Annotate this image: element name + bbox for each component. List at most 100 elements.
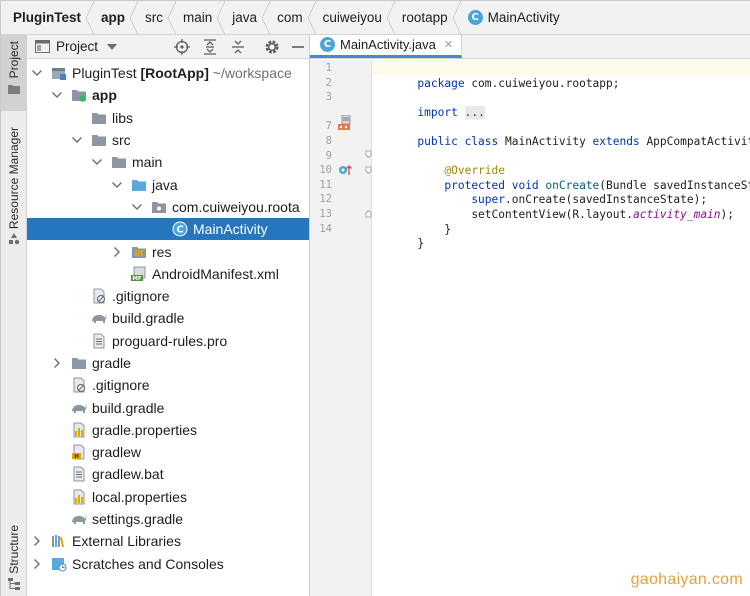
tree-row-label: proguard-rules.pro <box>112 332 228 349</box>
tree-row-label: local.properties <box>92 488 187 505</box>
tree-row-label: .gitignore <box>92 377 150 394</box>
breadcrumb-item-cuiweiyou[interactable]: cuiweiyou <box>323 1 382 34</box>
breadcrumb-separator <box>262 1 271 34</box>
chevron-down-icon[interactable] <box>51 89 63 101</box>
breadcrumb-separator <box>86 1 95 34</box>
chevron-right-icon[interactable] <box>111 246 123 258</box>
expand-all-icon[interactable] <box>199 36 221 58</box>
tree-row-gradlew[interactable]: H gradlew <box>27 441 309 463</box>
tree-row-label: External Libraries <box>72 533 181 550</box>
gitignore-icon <box>91 288 107 304</box>
line-number: 13 <box>319 208 332 220</box>
breadcrumb-item-project[interactable]: PluginTest <box>13 1 81 34</box>
tree-row-settings-gradle[interactable]: settings.gradle <box>27 508 309 530</box>
line-number: 11 <box>319 178 332 191</box>
tree-row-root-project[interactable]: PluginTest [RootApp] ~/workspace <box>27 62 309 84</box>
project-tree: PluginTest [RootApp] ~/workspace app lib… <box>27 59 309 575</box>
code-line: public class MainActivity extends AppCom… <box>377 120 750 148</box>
tree-row-gradle-properties[interactable]: gradle.properties <box>27 419 309 441</box>
code-token: import <box>417 105 458 119</box>
editor-tab-bar: C MainActivity.java ✕ <box>310 35 750 59</box>
line-number: 8 <box>325 135 332 147</box>
collapse-all-icon[interactable] <box>227 36 249 58</box>
code-line: @Override <box>377 150 505 177</box>
tree-row-android-manifest[interactable]: MF AndroidManifest.xml <box>27 263 309 285</box>
code-token: com.cuiweiyou.rootapp; <box>464 76 620 90</box>
fold-marker-icon[interactable] <box>365 166 372 174</box>
bat-icon <box>71 466 87 482</box>
chevron-right-icon[interactable] <box>31 535 43 547</box>
watermark-text: gaohaiyan.com <box>630 571 743 588</box>
tree-row-gradle-folder[interactable]: gradle <box>27 352 309 374</box>
code-line: protected void onCreate(Bundle savedInst… <box>377 164 750 192</box>
tree-row-label: src <box>112 132 131 149</box>
code-line: } <box>377 223 424 250</box>
chevron-right-icon[interactable] <box>31 558 43 570</box>
breadcrumb-item-src[interactable]: src <box>145 1 163 34</box>
tree-row-label: build.gradle <box>112 310 185 327</box>
code-token: package <box>417 76 465 90</box>
tree-row-label: gradle.properties <box>92 421 198 438</box>
tree-row-package[interactable]: com.cuiweiyou.roota <box>27 196 309 218</box>
tool-tab-structure[interactable]: Structure <box>1 523 27 596</box>
chevron-down-icon[interactable] <box>111 179 123 191</box>
tree-row-scratches-and-consoles[interactable]: Scratches and Consoles <box>27 553 309 575</box>
chevron-down-icon[interactable] <box>107 43 118 50</box>
fold-marker-icon[interactable] <box>365 210 372 218</box>
tree-row-mainactivity[interactable]: C MainActivity <box>27 218 309 241</box>
breadcrumb-item-mainactivity[interactable]: C MainActivity <box>467 1 560 34</box>
code-line: package com.cuiweiyou.rootapp; <box>377 62 619 90</box>
tree-row-external-libraries[interactable]: External Libraries <box>27 530 309 552</box>
tree-row-label: AndroidManifest.xml <box>152 265 279 282</box>
breadcrumb-item-com[interactable]: com <box>277 1 303 34</box>
breadcrumb-separator <box>386 1 395 34</box>
layout-preview-icon[interactable] <box>338 115 354 131</box>
chevron-down-icon[interactable] <box>131 201 143 213</box>
class-icon: C <box>320 37 335 52</box>
tree-row-label: gradlew.bat <box>92 466 164 483</box>
tree-row-gitignore[interactable]: .gitignore <box>27 285 309 307</box>
tree-row-java-folder[interactable]: java <box>27 173 309 195</box>
tree-row-label: com.cuiweiyou.roota <box>172 198 300 215</box>
minimize-icon[interactable] <box>287 36 309 58</box>
breadcrumb-item-rootapp[interactable]: rootapp <box>402 1 448 34</box>
tree-row-label: Scratches and Consoles <box>72 555 224 572</box>
breadcrumb-separator <box>168 1 177 34</box>
breadcrumb-item-java[interactable]: java <box>232 1 257 34</box>
fold-marker-icon[interactable] <box>365 150 372 158</box>
tree-row-libs-folder[interactable]: libs <box>27 107 309 129</box>
close-icon[interactable]: ✕ <box>444 38 453 51</box>
breadcrumb-item-main[interactable]: main <box>183 1 212 34</box>
tree-row-app-module[interactable]: app <box>27 84 309 106</box>
chevron-down-icon[interactable] <box>31 67 43 79</box>
breadcrumb-item-app[interactable]: app <box>101 1 125 34</box>
tree-row-build-gradle[interactable]: build.gradle <box>27 307 309 329</box>
gear-icon[interactable] <box>261 36 283 58</box>
code-line: setContentView(R.layout.activity_main); <box>377 193 734 221</box>
tool-tab-project[interactable]: Project <box>1 35 27 111</box>
chevron-down-icon[interactable] <box>91 156 103 168</box>
tool-tab-resource-manager[interactable]: Resource Manager <box>1 123 27 253</box>
folded-imports[interactable]: ... <box>464 105 485 119</box>
tree-row-build-gradle[interactable]: build.gradle <box>27 396 309 418</box>
locate-icon[interactable] <box>171 36 193 58</box>
tree-row-res-folder[interactable]: res <box>27 240 309 262</box>
module-folder-icon <box>71 87 87 103</box>
svg-text:MF: MF <box>132 276 141 282</box>
tree-row-src-folder[interactable]: src <box>27 129 309 151</box>
tree-row-gitignore[interactable]: .gitignore <box>27 374 309 396</box>
code-line: import ... <box>377 91 485 119</box>
override-marker-icon[interactable] <box>338 163 354 177</box>
chevron-right-icon[interactable] <box>51 357 63 369</box>
chevron-down-icon[interactable] <box>71 134 83 146</box>
tree-row-main-folder[interactable]: main <box>27 151 309 173</box>
tree-row-local-properties[interactable]: local.properties <box>27 486 309 508</box>
tree-row-label: build.gradle <box>92 399 165 416</box>
tree-row-label: libs <box>112 109 134 126</box>
module-icon <box>51 65 67 81</box>
editor-tab-mainactivity[interactable]: C MainActivity.java ✕ <box>310 35 463 58</box>
project-view-selector[interactable]: Project <box>56 39 98 54</box>
tree-row-gradlew-bat[interactable]: gradlew.bat <box>27 463 309 485</box>
tool-tab-label: Structure <box>7 525 21 574</box>
tree-row-proguard-rules[interactable]: proguard-rules.pro <box>27 330 309 352</box>
